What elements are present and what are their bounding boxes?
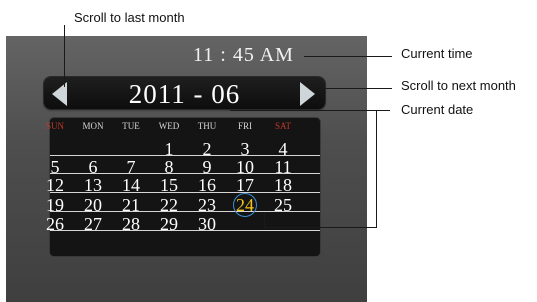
day-6[interactable]: 6 — [74, 158, 112, 176]
connector-last-month — [64, 25, 65, 87]
day-22[interactable]: 22 — [150, 196, 188, 214]
day-18[interactable]: 18 — [264, 176, 302, 194]
clock-time: 11 : 45 AM — [193, 44, 294, 66]
current-month-label: 2011 - 06 — [128, 79, 241, 109]
weekday-thu: THU — [197, 121, 217, 131]
day-19[interactable]: 19 — [36, 196, 74, 214]
connector-date-v2 — [264, 212, 265, 228]
day-5[interactable]: 5 — [36, 158, 74, 176]
connector-date-h — [230, 110, 390, 111]
day-3[interactable]: 3 — [226, 140, 264, 158]
day-28[interactable]: 28 — [112, 215, 150, 233]
connector-date-h2 — [264, 227, 377, 228]
weekday-sat: SAT — [274, 121, 291, 131]
day-14[interactable]: 14 — [112, 176, 150, 194]
weekday-tue: TUE — [122, 121, 140, 131]
day-9[interactable]: 9 — [188, 158, 226, 176]
day-12[interactable]: 12 — [36, 176, 74, 194]
callout-current-date: Current date — [401, 102, 474, 117]
day-17[interactable]: 17 — [226, 176, 264, 194]
callout-scroll-next-month: Scroll to next month — [401, 78, 516, 93]
connector-time — [304, 56, 392, 57]
connector-next-month — [322, 88, 392, 89]
weekday-fri: FRI — [237, 121, 252, 131]
day-7[interactable]: 7 — [112, 158, 150, 176]
day-8[interactable]: 8 — [150, 158, 188, 176]
day-13[interactable]: 13 — [74, 176, 112, 194]
weekday-sun: SUN — [45, 121, 64, 131]
day-4[interactable]: 4 — [264, 140, 302, 158]
day-27[interactable]: 27 — [74, 215, 112, 233]
day-11[interactable]: 11 — [264, 158, 302, 176]
next-month-arrow-icon[interactable] — [300, 82, 315, 106]
day-20[interactable]: 20 — [74, 196, 112, 214]
day-10[interactable]: 10 — [226, 158, 264, 176]
day-23[interactable]: 23 — [188, 196, 226, 214]
connector-date-v — [376, 110, 377, 227]
day-21[interactable]: 21 — [112, 196, 150, 214]
callout-scroll-last-month: Scroll to last month — [74, 10, 185, 25]
day-2[interactable]: 2 — [188, 140, 226, 158]
weekday-mon: MON — [82, 121, 104, 131]
weekday-header-row: SUN MON TUE WED THU FRI SAT — [46, 121, 320, 133]
day-24[interactable]: 24 — [226, 196, 264, 214]
day-1[interactable]: 1 — [150, 140, 188, 158]
day-26[interactable]: 26 — [36, 215, 74, 233]
day-16[interactable]: 16 — [188, 176, 226, 194]
callout-current-time: Current time — [401, 46, 473, 61]
day-15[interactable]: 15 — [150, 176, 188, 194]
day-30[interactable]: 30 — [188, 215, 226, 233]
day-29[interactable]: 29 — [150, 215, 188, 233]
day-25[interactable]: 25 — [264, 196, 302, 214]
weekday-wed: WED — [158, 121, 180, 131]
